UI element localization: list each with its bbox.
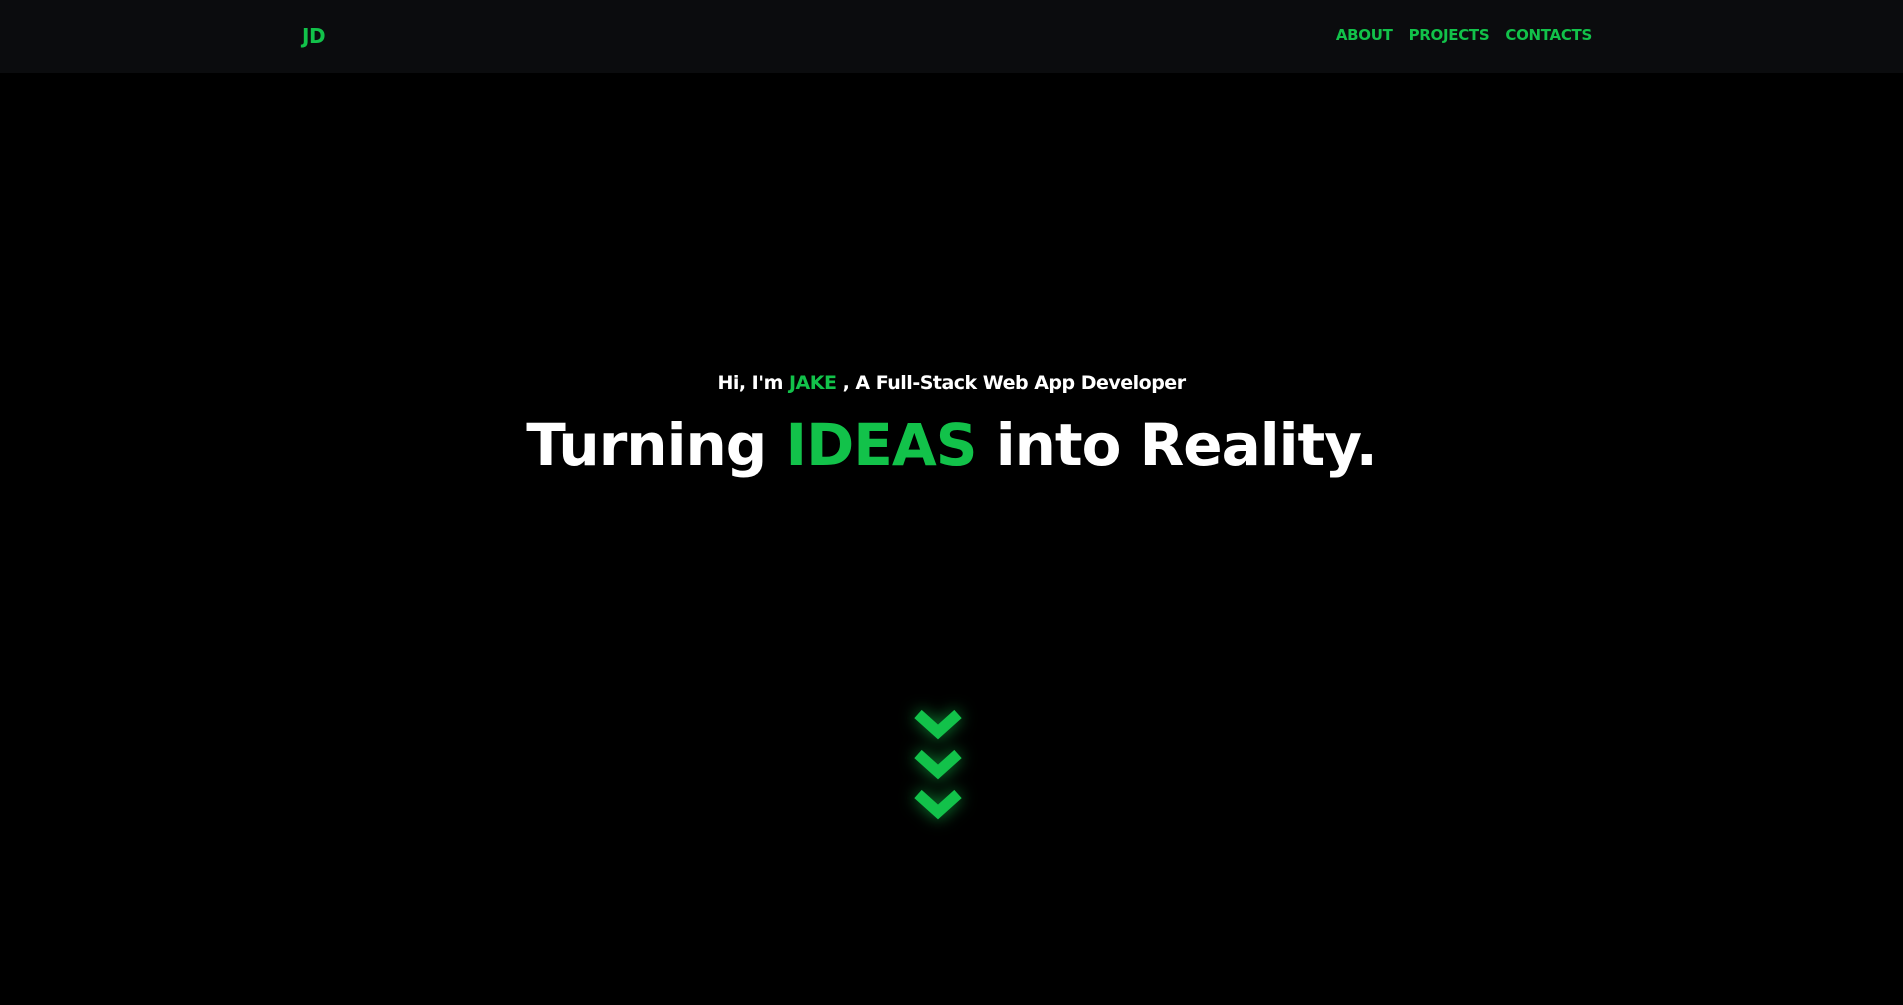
chevron-down-icon — [914, 709, 962, 740]
nav-link-projects[interactable]: PROJECTS — [1409, 26, 1490, 44]
nav-link-contacts[interactable]: CONTACTS — [1505, 26, 1592, 44]
chevron-down-icon — [914, 749, 962, 780]
intro-name: JAKE — [788, 372, 837, 394]
chevrons-down-icon[interactable] — [912, 708, 964, 828]
chevron-down-icon — [914, 789, 962, 820]
nav-links: ABOUT PROJECTS CONTACTS — [1336, 26, 1592, 44]
intro-prefix: Hi, I'm — [717, 372, 789, 394]
intro-suffix: , A Full-Stack Web App Developer — [836, 372, 1186, 394]
navbar: JD ABOUT PROJECTS CONTACTS — [0, 0, 1903, 73]
hero-headline: Turning IDEAS into Reality. — [0, 416, 1903, 474]
hero-intro: Hi, I'm JAKE , A Full-Stack Web App Deve… — [0, 372, 1903, 394]
headline-prefix: Turning — [526, 411, 786, 479]
logo-link[interactable]: JD — [302, 24, 326, 48]
nav-link-about[interactable]: ABOUT — [1336, 26, 1393, 44]
hero-section — [0, 73, 1903, 1005]
headline-suffix: into Reality. — [976, 411, 1378, 479]
headline-accent: IDEAS — [785, 411, 977, 479]
